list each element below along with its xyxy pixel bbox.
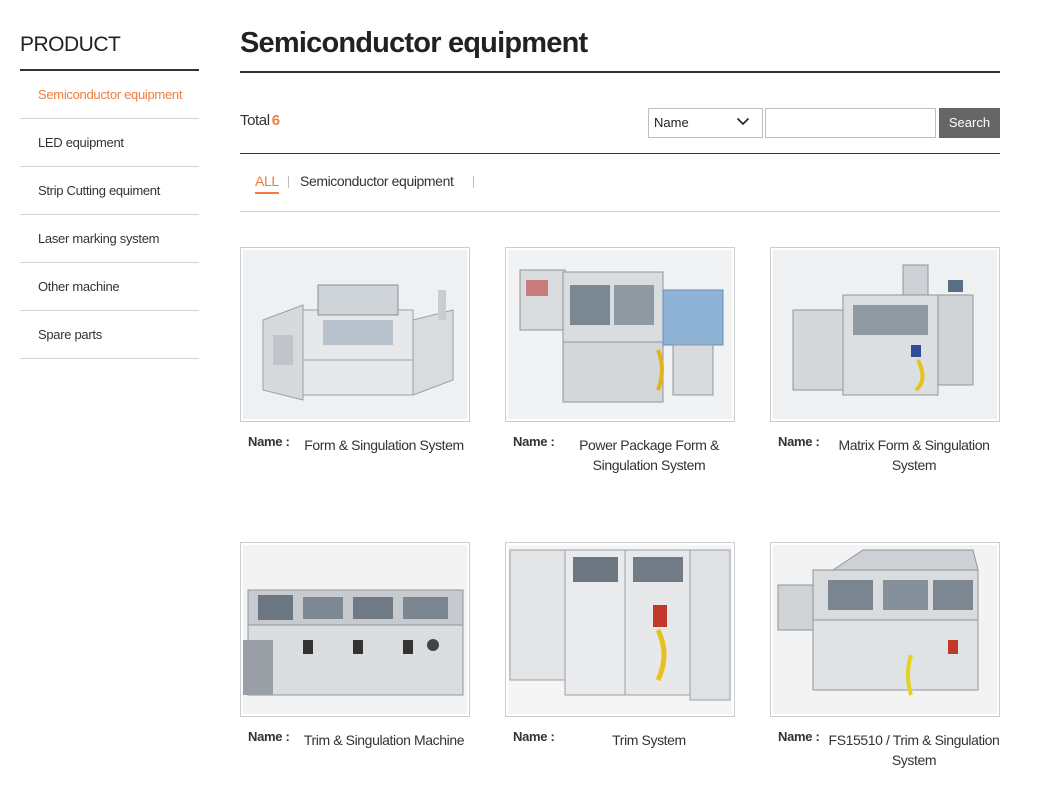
list-toolbar: Total 6 Name Search bbox=[240, 73, 1000, 154]
product-card: Name : FS15510 / Trim & Singulation Syst… bbox=[770, 542, 1000, 769]
sidebar-item-led-equipment[interactable]: LED equipment bbox=[20, 119, 199, 167]
product-name-row: Name : FS15510 / Trim & Singulation Syst… bbox=[770, 729, 1000, 769]
name-label: Name : bbox=[513, 729, 555, 744]
search-input[interactable] bbox=[765, 108, 936, 138]
sidebar-menu: Semiconductor equipment LED equipment St… bbox=[20, 71, 199, 359]
product-name-row: Name : Trim & Singulation Machine bbox=[240, 729, 470, 769]
product-card: Name : Trim & Singulation Machine bbox=[240, 542, 470, 769]
product-card: Name : Form & Singulation System bbox=[240, 247, 470, 474]
tab-divider bbox=[473, 176, 474, 188]
product-image[interactable] bbox=[770, 542, 1000, 717]
product-name[interactable]: Trim & Singulation Machine bbox=[298, 730, 470, 750]
machine-illustration bbox=[773, 545, 997, 714]
total-label: Total bbox=[240, 112, 270, 129]
machine-illustration bbox=[243, 545, 467, 714]
product-image[interactable] bbox=[505, 542, 735, 717]
name-label: Name : bbox=[778, 434, 820, 449]
product-name-row: Name : Power Package Form & Singulation … bbox=[505, 434, 735, 474]
name-label: Name : bbox=[248, 729, 290, 744]
product-image[interactable] bbox=[770, 247, 1000, 422]
name-label: Name : bbox=[513, 434, 555, 449]
sidebar-item-strip-cutting-equipment[interactable]: Strip Cutting equiment bbox=[20, 167, 199, 215]
machine-illustration bbox=[243, 250, 467, 419]
search-button[interactable]: Search bbox=[939, 108, 1000, 138]
sidebar-item-laser-marking-system[interactable]: Laser marking system bbox=[20, 215, 199, 263]
tab-semiconductor-equipment[interactable]: Semiconductor equipment bbox=[300, 173, 454, 189]
name-label: Name : bbox=[778, 729, 820, 744]
product-name[interactable]: Matrix Form & Singulation System bbox=[828, 435, 1000, 475]
product-name-row: Name : Matrix Form & Singulation System bbox=[770, 434, 1000, 474]
product-name[interactable]: Trim System bbox=[563, 730, 735, 750]
sidebar-title: PRODUCT bbox=[20, 30, 199, 71]
search-field-select[interactable]: Name bbox=[648, 108, 763, 138]
product-image[interactable] bbox=[240, 542, 470, 717]
product-name-row: Name : Trim System bbox=[505, 729, 735, 769]
product-card: Name : Trim System bbox=[505, 542, 735, 769]
search-field-selected: Name bbox=[654, 115, 689, 130]
product-image[interactable] bbox=[505, 247, 735, 422]
main-content: Semiconductor equipment Total 6 Name Sear… bbox=[240, 24, 1000, 212]
product-card: Name : Matrix Form & Singulation System bbox=[770, 247, 1000, 474]
machine-illustration bbox=[508, 545, 732, 714]
product-name[interactable]: FS15510 / Trim & Singulation System bbox=[828, 730, 1000, 770]
tab-all[interactable]: ALL bbox=[255, 173, 279, 194]
product-name[interactable]: Form & Singulation System bbox=[298, 435, 470, 455]
page-title: Semiconductor equipment bbox=[240, 24, 1000, 73]
total-count-value: 6 bbox=[271, 112, 280, 129]
product-name[interactable]: Power Package Form & Singulation System bbox=[563, 435, 735, 475]
name-label: Name : bbox=[248, 434, 290, 449]
sidebar-item-spare-parts[interactable]: Spare parts bbox=[20, 311, 199, 359]
product-card: Name : Power Package Form & Singulation … bbox=[505, 247, 735, 474]
tab-divider bbox=[288, 176, 289, 188]
sidebar-item-semiconductor-equipment[interactable]: Semiconductor equipment bbox=[20, 71, 199, 119]
chevron-down-icon bbox=[736, 117, 750, 126]
total-count: Total 6 bbox=[240, 112, 280, 129]
product-name-row: Name : Form & Singulation System bbox=[240, 434, 470, 474]
product-image[interactable] bbox=[240, 247, 470, 422]
sidebar: PRODUCT Semiconductor equipment LED equi… bbox=[20, 30, 199, 359]
category-tabs: ALL Semiconductor equipment bbox=[240, 154, 1000, 212]
machine-illustration bbox=[508, 250, 732, 419]
machine-illustration bbox=[773, 250, 997, 419]
sidebar-item-other-machine[interactable]: Other machine bbox=[20, 263, 199, 311]
